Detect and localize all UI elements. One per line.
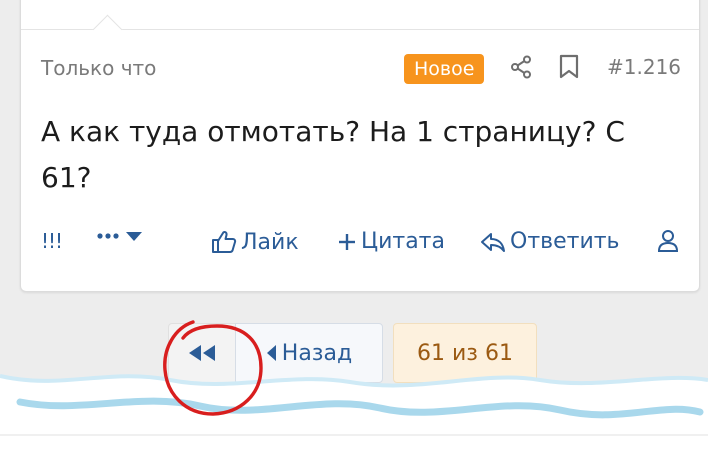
reply-label: Ответить — [510, 229, 620, 254]
user-icon[interactable] — [657, 229, 679, 253]
post-number-link[interactable]: #1.216 — [607, 55, 681, 79]
reply-icon — [481, 232, 505, 252]
more-dots-icon — [97, 232, 142, 241]
post-message: А как туда отмотать? На 1 страницу? С 61… — [41, 115, 625, 194]
like-label: Лайк — [241, 229, 299, 255]
more-options-button[interactable] — [96, 229, 144, 243]
torn-edge — [0, 374, 708, 458]
post-pointer-notch — [92, 14, 123, 45]
quote-label: Цитата — [361, 229, 445, 254]
post-actions-bar: !!! Лайк Цитата Ответить — [41, 229, 699, 259]
share-icon[interactable] — [510, 55, 532, 83]
previous-page-label: Назад — [281, 340, 353, 366]
report-button[interactable]: !!! — [41, 229, 63, 253]
bookmark-icon[interactable] — [558, 54, 580, 84]
new-badge: Новое — [404, 54, 485, 84]
quote-button[interactable]: Цитата — [337, 229, 445, 254]
plus-icon — [339, 233, 355, 250]
red-circle-annotation — [163, 320, 263, 416]
post-time[interactable]: Только что — [41, 56, 156, 80]
thumbs-up-icon — [212, 230, 237, 253]
post-card: Только что Новое #1.216 А как туда отмот… — [20, 0, 700, 292]
like-button[interactable]: Лайк — [211, 229, 299, 255]
reply-button[interactable]: Ответить — [480, 229, 620, 254]
